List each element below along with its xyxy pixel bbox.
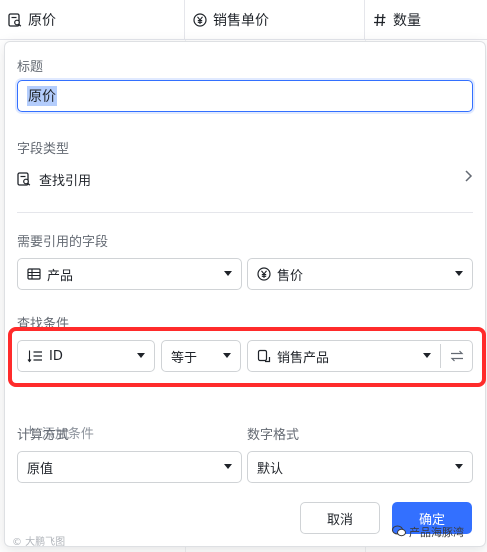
watermark-left: © 大鹏飞图 [12, 537, 66, 548]
column-label: 销售单价 [213, 13, 269, 29]
table-header: 原价 销售单价 数量 [0, 0, 487, 40]
field-type-value: 查找引用 [39, 173, 92, 189]
caret-down-icon [455, 271, 463, 276]
caret-down-icon [224, 271, 232, 276]
reference-field-label: 需要引用的字段 [17, 235, 109, 250]
calculation-method-value: 原值 [27, 461, 54, 477]
lookup-icon [8, 13, 22, 27]
title-input[interactable]: 原价 [17, 80, 473, 112]
highlight-annotation [8, 327, 486, 387]
chevron-right-icon [463, 169, 473, 187]
reference-field-value: 售价 [277, 268, 304, 284]
title-label: 标题 [17, 60, 44, 75]
column-header-unit-price[interactable]: 销售单价 [185, 0, 365, 40]
divider [17, 212, 473, 213]
reference-table-select[interactable]: 产品 [17, 258, 242, 290]
cancel-button[interactable]: 取消 [300, 502, 380, 534]
calculation-method-select[interactable]: 原值 [17, 451, 242, 483]
watermark-right: 产品海豚湾 [392, 524, 464, 540]
table-icon [27, 267, 41, 281]
caret-down-icon [224, 464, 232, 469]
field-type-selector[interactable]: 查找引用 [17, 168, 473, 190]
reference-table-value: 产品 [47, 268, 74, 284]
lookup-icon [17, 172, 31, 186]
number-format-value: 默认 [257, 461, 284, 477]
column-header-original-price[interactable]: 原价 [0, 0, 185, 40]
currency-icon [257, 267, 271, 281]
number-icon [373, 13, 387, 27]
reference-field-select[interactable]: 售价 [247, 258, 473, 290]
number-format-label: 数字格式 [247, 428, 300, 443]
calculation-method-label: 计算方式 [17, 428, 70, 443]
column-header-quantity[interactable]: 数量 [365, 0, 487, 40]
field-type-label: 字段类型 [17, 142, 70, 157]
caret-down-icon [455, 464, 463, 469]
column-label: 数量 [393, 13, 421, 29]
title-input-value: 原价 [27, 86, 57, 106]
column-label: 原价 [28, 13, 56, 29]
field-settings-panel: 标题 原价 字段类型 查找引用 需要引用的字段 产品 售价 查找条件 ID 等于… [4, 41, 486, 547]
wechat-icon [392, 525, 406, 540]
watermark-right-text: 产品海豚湾 [409, 526, 464, 539]
number-format-select[interactable]: 默认 [247, 451, 473, 483]
currency-icon [193, 13, 207, 27]
